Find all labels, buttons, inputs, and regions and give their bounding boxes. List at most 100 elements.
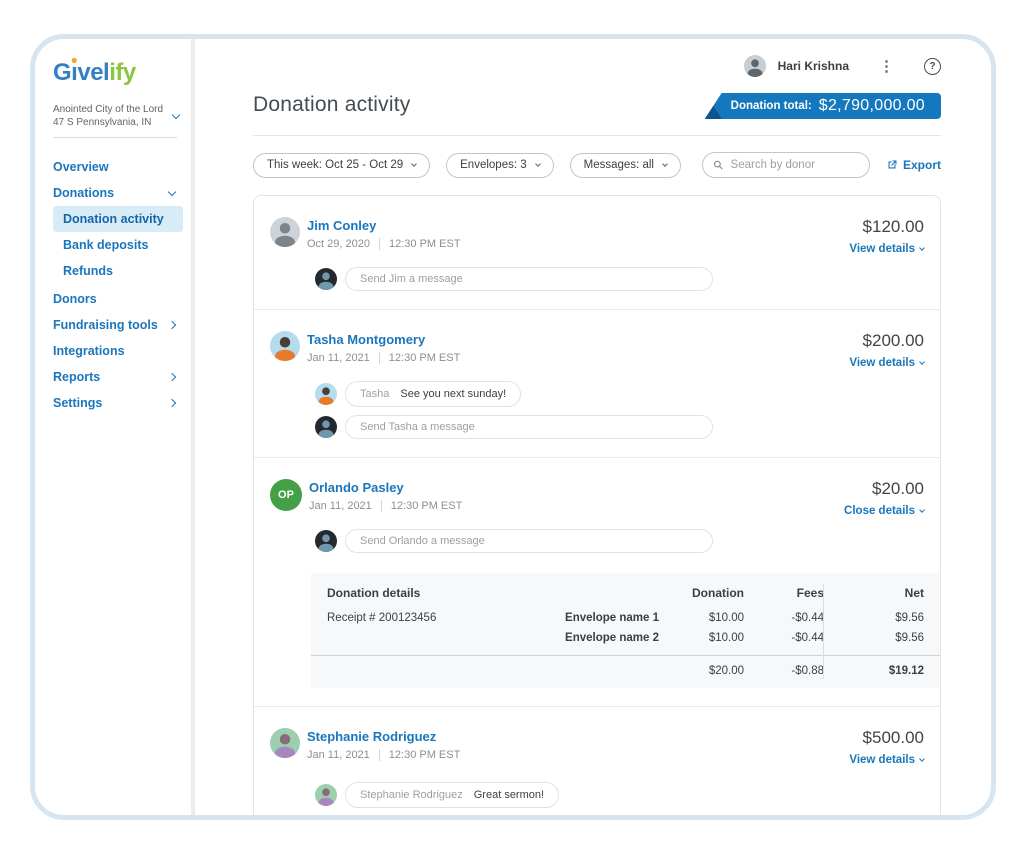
donation-amount: $20.00 (844, 479, 924, 499)
column-header: Fees (744, 586, 824, 608)
donor-name-link[interactable]: Orlando Pasley (309, 480, 844, 495)
sidebar-item-settings[interactable]: Settings (53, 390, 183, 416)
chevron-down-icon (662, 161, 668, 167)
chevron-right-icon (168, 321, 176, 329)
date-range-filter[interactable]: This week: Oct 25 - Oct 29 (253, 153, 430, 178)
donor-avatar[interactable]: OP (270, 479, 302, 511)
search-icon (713, 159, 724, 171)
sidebar-item-fundraising-tools[interactable]: Fundraising tools (53, 312, 183, 338)
close-details-link[interactable]: Close details (844, 505, 924, 517)
chevron-down-icon (168, 187, 176, 195)
org-address: 47 S Pennsylvania, IN (53, 116, 163, 129)
donation-entry: Tasha Montgomery Jan 11, 2021 12:30 PM E… (254, 309, 940, 457)
topbar: Hari Krishna ⋮ ? (253, 39, 941, 85)
donation-time: 12:30 PM EST (389, 749, 461, 761)
search-input[interactable] (731, 159, 859, 171)
chevron-down-icon (919, 359, 925, 365)
chevron-down-icon (919, 507, 925, 513)
donor-avatar[interactable] (270, 728, 300, 758)
table-row: Envelope name 2 $10.00 -$0.44 $9.56 (327, 628, 924, 648)
send-message-input[interactable] (345, 529, 713, 553)
chevron-down-icon (411, 161, 417, 167)
view-details-link[interactable]: View details (849, 357, 924, 369)
user-name: Hari Krishna (778, 59, 849, 73)
donation-date: Jan 11, 2021 (309, 500, 372, 512)
table-row: Receipt # 200123456 Envelope name 1 $10.… (327, 608, 924, 628)
donation-total-label: Donation total: (731, 100, 812, 112)
user-avatar[interactable] (744, 55, 766, 77)
column-header: Donation (659, 586, 744, 608)
sidebar-item-bank-deposits[interactable]: Bank deposits (53, 232, 183, 258)
chevron-down-icon (919, 245, 925, 251)
sidebar-item-reports[interactable]: Reports (53, 364, 183, 390)
donation-date: Jan 11, 2021 (307, 749, 370, 761)
donation-amount: $200.00 (849, 331, 924, 351)
receipt-number: Receipt # 200123456 (327, 608, 499, 628)
donation-amount: $500.00 (849, 728, 924, 748)
chevron-down-icon (172, 110, 180, 118)
message-avatar (315, 383, 337, 405)
reply-avatar (315, 530, 337, 552)
message-sender: Stephanie Rodriguez (360, 789, 463, 801)
givelify-logo: Gıvelify (53, 59, 191, 87)
donation-date: Oct 29, 2020 (307, 238, 370, 250)
sidebar-item-donations[interactable]: Donations (53, 180, 183, 206)
donation-time: 12:30 PM EST (389, 238, 461, 250)
send-message-input[interactable] (345, 267, 713, 291)
column-header: Net (824, 586, 924, 608)
sidebar-item-donors[interactable]: Donors (53, 286, 183, 312)
donation-entry: Jim Conley Oct 29, 2020 12:30 PM EST $12… (254, 196, 940, 309)
sidebar-nav: Overview Donations Donation activity Ban… (53, 154, 191, 416)
messages-filter[interactable]: Messages: all (570, 153, 681, 178)
message-text: Great sermon! (474, 789, 544, 801)
sidebar: Gıvelify Anointed City of the Lord 47 S … (35, 39, 191, 815)
sidebar-item-integrations[interactable]: Integrations (53, 338, 183, 364)
export-button[interactable]: Export (886, 158, 941, 172)
main-content: Hari Krishna ⋮ ? Donation activity Donat… (195, 39, 991, 815)
sidebar-item-refunds[interactable]: Refunds (53, 258, 183, 284)
filter-bar: This week: Oct 25 - Oct 29 Envelopes: 3 … (253, 152, 941, 178)
message-avatar (315, 784, 337, 806)
chevron-right-icon (168, 373, 176, 381)
avatar-initials: OP (278, 489, 294, 501)
envelopes-filter[interactable]: Envelopes: 3 (446, 153, 554, 178)
donation-entry: OP Orlando Pasley Jan 11, 2021 12:30 PM … (254, 457, 940, 706)
donor-avatar[interactable] (270, 331, 300, 361)
help-icon[interactable]: ? (924, 58, 941, 75)
reply-avatar (315, 416, 337, 438)
donation-amount: $120.00 (849, 217, 924, 237)
donor-name-link[interactable]: Tasha Montgomery (307, 332, 849, 347)
table-total-row: $20.00 -$0.88 $19.12 (327, 656, 924, 677)
donation-total-value: $2,790,000.00 (819, 97, 925, 115)
donation-details-table: Donation details Donation Fees Net Recei… (311, 573, 940, 688)
message-text: See you next sunday! (400, 388, 506, 400)
donation-date: Jan 11, 2021 (307, 352, 370, 364)
sidebar-item-overview[interactable]: Overview (53, 154, 183, 180)
organization-selector[interactable]: Anointed City of the Lord 47 S Pennsylva… (53, 103, 191, 138)
search-box (702, 152, 870, 178)
donation-list: Jim Conley Oct 29, 2020 12:30 PM EST $12… (253, 195, 941, 815)
donation-time: 12:30 PM EST (391, 500, 463, 512)
app-window: Gıvelify Anointed City of the Lord 47 S … (30, 34, 996, 820)
view-details-link[interactable]: View details (849, 243, 924, 255)
page-title: Donation activity (253, 93, 410, 117)
donor-name-link[interactable]: Stephanie Rodriguez (307, 729, 849, 744)
donor-avatar[interactable] (270, 217, 300, 247)
send-message-input[interactable] (345, 415, 713, 439)
details-title: Donation details (327, 586, 499, 608)
message-bubble: Stephanie Rodriguez Great sermon! (345, 782, 559, 808)
reply-avatar (315, 268, 337, 290)
page-header: Donation activity Donation total: $2,790… (253, 85, 941, 136)
kebab-menu-icon[interactable]: ⋮ (871, 57, 902, 75)
sidebar-item-donation-activity[interactable]: Donation activity (53, 206, 183, 232)
donation-entry: Stephanie Rodriguez Jan 11, 2021 12:30 P… (254, 706, 940, 815)
chevron-down-icon (535, 161, 541, 167)
donation-time: 12:30 PM EST (389, 352, 461, 364)
export-icon (886, 159, 898, 171)
message-bubble: Tasha See you next sunday! (345, 381, 521, 407)
donation-total-ribbon: Donation total: $2,790,000.00 (705, 93, 941, 119)
chevron-right-icon (168, 399, 176, 407)
message-sender: Tasha (360, 388, 389, 400)
view-details-link[interactable]: View details (849, 754, 924, 766)
donor-name-link[interactable]: Jim Conley (307, 218, 849, 233)
